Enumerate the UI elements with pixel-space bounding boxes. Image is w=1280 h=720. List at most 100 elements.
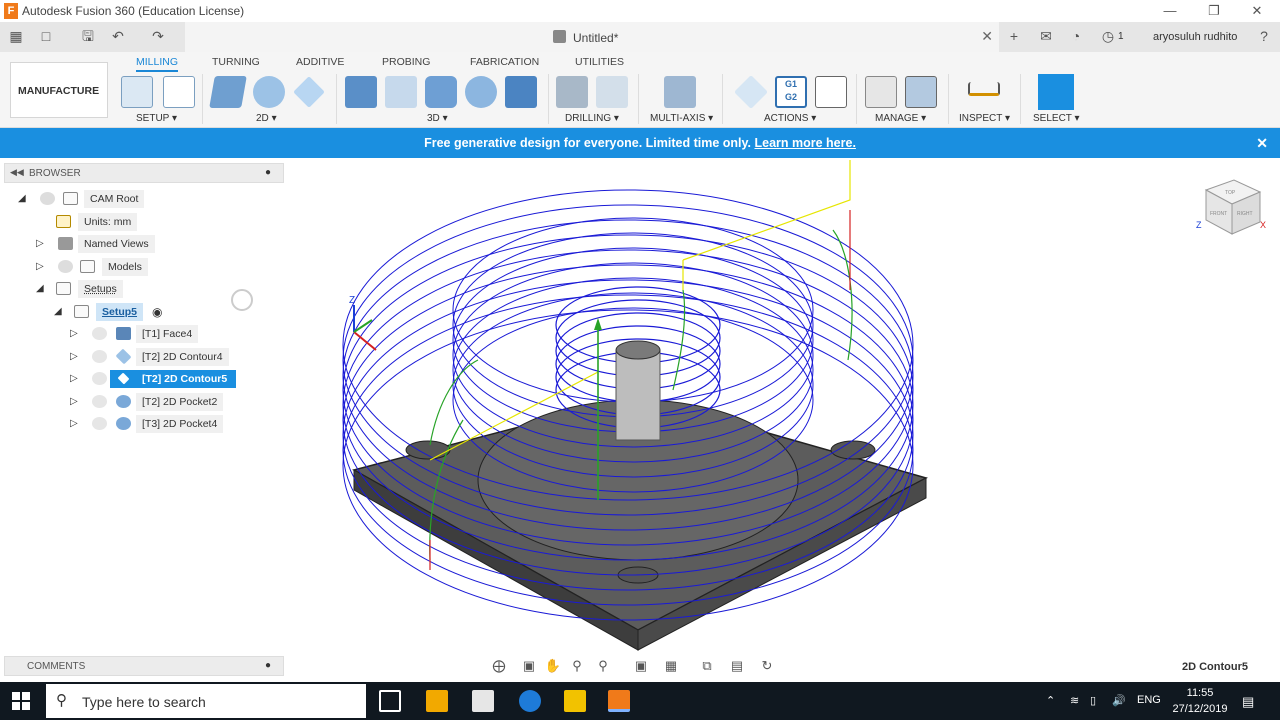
user-name[interactable]: aryosuluh rudhito (1153, 31, 1237, 43)
expand-triangle-icon[interactable]: ▷ (70, 348, 78, 366)
2d-pocket-icon[interactable] (253, 76, 285, 108)
collapse-triangle-icon[interactable]: ◢ (54, 303, 62, 321)
mail-icon[interactable] (472, 690, 494, 712)
visibility-eye-icon[interactable] (92, 417, 107, 430)
fusion-360-taskbar-icon[interactable] (608, 690, 630, 712)
group-select[interactable]: SELECT ▾ (1033, 113, 1080, 124)
parallel-icon[interactable] (465, 76, 497, 108)
clock-icon[interactable]: ◷ (1100, 28, 1116, 44)
tree-item-operation[interactable]: ▷ [T1] Face4 (70, 325, 270, 343)
visibility-eye-icon[interactable] (92, 372, 107, 385)
new-setup-folder-icon[interactable] (121, 76, 153, 108)
refresh-view-icon[interactable]: ↻ (758, 657, 776, 675)
setup-sheet-list-icon[interactable] (815, 76, 847, 108)
banner-close-icon[interactable]: ✕ (1256, 128, 1268, 158)
save-icon[interactable]: 🖫 (80, 28, 96, 44)
tree-item-models[interactable]: ▷ Models (36, 258, 256, 276)
restore-button[interactable]: ❐ (1200, 2, 1228, 20)
help-icon[interactable]: ? (1256, 28, 1272, 44)
grid-icon[interactable]: ▦ (662, 657, 680, 675)
browser-options-icon[interactable]: ● (265, 167, 271, 178)
setup-sheet-icon[interactable] (163, 76, 195, 108)
comments-panel-header[interactable]: COMMENTS ● (4, 656, 284, 676)
network-icon[interactable]: ≋ (1070, 694, 1079, 707)
document-tab[interactable]: Untitled* ✕ (185, 22, 999, 52)
multi-axis-icon[interactable] (664, 76, 696, 108)
view-cube[interactable]: TOP FRONT RIGHT Z X (1196, 179, 1266, 235)
tree-item-named-views[interactable]: ▷ Named Views (36, 235, 256, 253)
close-tab-icon[interactable]: ✕ (981, 28, 993, 45)
2d-adaptive-icon[interactable] (209, 76, 247, 108)
new-tab-plus-icon[interactable]: + (1006, 28, 1022, 44)
banner-learn-more-link[interactable]: Learn more here. (754, 136, 855, 150)
expand-triangle-icon[interactable]: ▷ (70, 370, 78, 388)
notifications-icon[interactable]: ✉ (1038, 28, 1054, 44)
expand-triangle-icon[interactable]: ▷ (70, 415, 78, 433)
group-inspect[interactable]: INSPECT ▾ (959, 113, 1010, 124)
3d-pocket-icon[interactable] (385, 76, 417, 108)
viewports-icon[interactable]: ⧉ (698, 657, 716, 675)
windows-start-icon[interactable] (12, 692, 30, 710)
tree-item-setups[interactable]: ◢ Setups (36, 280, 256, 298)
visibility-eye-icon[interactable] (92, 350, 107, 363)
fit-icon[interactable]: ⚲ (594, 657, 612, 675)
edge-browser-icon[interactable] (519, 690, 541, 712)
steep-shallow-icon[interactable] (425, 76, 457, 108)
tray-overflow-icon[interactable]: ⌃ (1046, 694, 1055, 707)
pan-hand-icon[interactable]: ✋ (544, 657, 562, 675)
group-manage[interactable]: MANAGE ▾ (875, 113, 926, 124)
select-icon[interactable] (1038, 74, 1074, 110)
display-settings-icon[interactable]: ▣ (632, 657, 650, 675)
taskbar-search-box[interactable]: ⚲ Type here to search (46, 684, 366, 718)
file-explorer-icon[interactable] (564, 690, 586, 712)
tree-item-cam-root[interactable]: ◢ CAM Root (18, 190, 268, 208)
group-3d[interactable]: 3D ▾ (427, 113, 448, 124)
tree-item-operation-selected[interactable]: ▷ [T2] 2D Contour5 (70, 370, 270, 388)
visibility-eye-icon[interactable] (58, 260, 73, 273)
store-icon[interactable] (426, 690, 448, 712)
environment-icon[interactable]: ▤ (728, 657, 746, 675)
tree-item-operation[interactable]: ▷ [T2] 2D Pocket2 (70, 393, 270, 411)
visibility-eye-icon[interactable] (92, 327, 107, 340)
task-view-icon[interactable] (379, 690, 401, 712)
tab-turning[interactable]: TURNING (212, 56, 260, 68)
collapse-panel-icon[interactable]: ◀◀ (10, 167, 24, 178)
file-menu-icon[interactable]: □ (38, 28, 54, 44)
battery-icon[interactable]: ▯ (1090, 694, 1096, 707)
group-setup[interactable]: SETUP ▾ (136, 113, 177, 124)
add-comment-icon[interactable]: ● (265, 660, 271, 671)
tree-item-operation[interactable]: ▷ [T2] 2D Contour4 (70, 348, 270, 366)
language-indicator[interactable]: ENG (1137, 694, 1161, 706)
orbit-icon[interactable]: ⨁ (490, 657, 508, 675)
expand-triangle-icon[interactable]: ▷ (70, 325, 78, 343)
undo-icon[interactable]: ↶ (110, 28, 126, 44)
redo-icon[interactable]: ↷ (150, 28, 166, 44)
close-window-button[interactable]: ✕ (1243, 2, 1271, 20)
hole-recognition-icon[interactable] (596, 76, 628, 108)
tab-utilities[interactable]: UTILITIES (575, 56, 624, 68)
group-drilling[interactable]: DRILLING ▾ (565, 113, 619, 124)
expand-triangle-icon[interactable]: ▷ (36, 258, 44, 276)
group-actions[interactable]: ACTIONS ▾ (764, 113, 816, 124)
data-panel-grid-icon[interactable]: ▦ (8, 28, 24, 44)
job-status-icon[interactable]: ◔ (1068, 28, 1084, 44)
3d-adaptive-icon[interactable] (345, 76, 377, 108)
tab-additive[interactable]: ADDITIVE (296, 56, 344, 68)
visibility-eye-icon[interactable] (92, 395, 107, 408)
group-multi-axis[interactable]: MULTI-AXIS ▾ (650, 113, 713, 124)
expand-triangle-icon[interactable]: ▷ (36, 235, 44, 253)
tree-item-units[interactable]: Units: mm (54, 213, 254, 231)
toolpath-scene[interactable]: Z TOP FRONT RIGHT Z X (288, 160, 1280, 680)
action-center-icon[interactable]: ▤ (1242, 694, 1254, 710)
tab-milling[interactable]: MILLING (136, 56, 179, 72)
tool-library-icon[interactable] (865, 76, 897, 108)
3d-viewport[interactable]: Z TOP FRONT RIGHT Z X (288, 160, 1280, 680)
expand-triangle-icon[interactable]: ▷ (70, 393, 78, 411)
active-setup-radio-icon[interactable]: ◉ (152, 303, 162, 321)
taskbar-clock[interactable]: 11:55 27/12/2019 (1170, 685, 1230, 717)
volume-icon[interactable]: 🔊 (1112, 694, 1126, 707)
browser-header[interactable]: ◀◀ BROWSER ● (4, 163, 284, 183)
zoom-icon[interactable]: ⚲ (568, 657, 586, 675)
tree-item-operation[interactable]: ▷ [T3] 2D Pocket4 (70, 415, 270, 433)
group-2d[interactable]: 2D ▾ (256, 113, 277, 124)
